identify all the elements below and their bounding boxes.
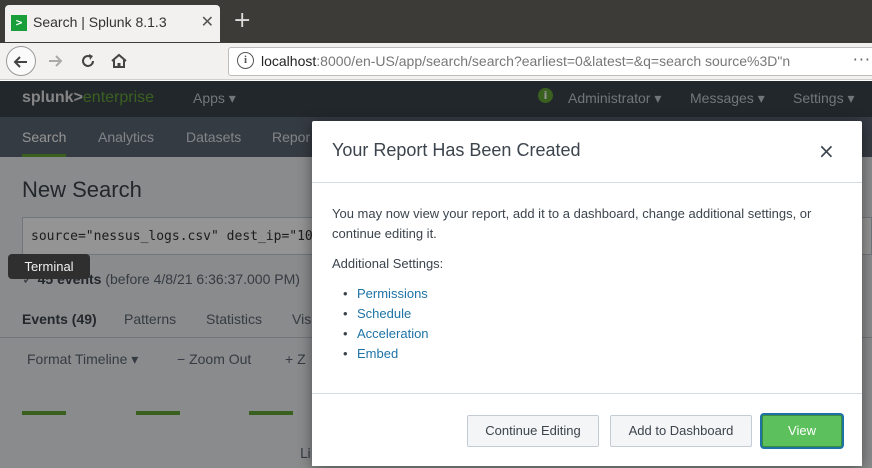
acceleration-link[interactable]: Acceleration [357, 326, 429, 341]
report-created-dialog: Your Report Has Been Created × You may n… [312, 121, 862, 466]
continue-editing-button[interactable]: Continue Editing [467, 415, 599, 447]
view-button[interactable]: View [762, 415, 842, 447]
close-tab-icon[interactable]: ✕ [201, 12, 214, 31]
list-item: Permissions [337, 284, 844, 304]
browser-tab-bar: > Search | Splunk 8.1.3 ✕ + [0, 0, 872, 43]
dialog-header: Your Report Has Been Created × [312, 121, 862, 183]
permissions-link[interactable]: Permissions [357, 286, 428, 301]
dialog-title: Your Report Has Been Created [332, 140, 581, 160]
schedule-link[interactable]: Schedule [357, 306, 411, 321]
browser-nav-bar: i localhost:8000/en-US/app/search/search… [0, 43, 872, 80]
back-arrow-icon [13, 56, 27, 68]
settings-links-list: Permissions Schedule Acceleration Embed [337, 284, 844, 364]
tab-title: Search | Splunk 8.1.3 [33, 14, 167, 30]
url-text: localhost:8000/en-US/app/search/search?e… [261, 53, 791, 69]
list-item: Embed [337, 344, 844, 364]
reload-button[interactable] [73, 46, 103, 76]
dialog-message: You may now view your report, add it to … [332, 206, 812, 241]
back-button[interactable] [6, 46, 36, 76]
additional-settings-label: Additional Settings: [332, 256, 444, 271]
home-button[interactable] [104, 46, 134, 76]
new-tab-button[interactable]: + [233, 8, 251, 34]
reload-icon [82, 54, 94, 67]
list-item: Acceleration [337, 324, 844, 344]
url-bar[interactable]: i localhost:8000/en-US/app/search/search… [228, 47, 872, 76]
home-icon [111, 53, 127, 68]
terminal-tooltip: Terminal [8, 254, 90, 279]
forward-arrow-icon [49, 55, 63, 67]
splunk-favicon-icon: > [11, 15, 27, 31]
list-item: Schedule [337, 304, 844, 324]
add-to-dashboard-button[interactable]: Add to Dashboard [610, 415, 752, 447]
page-actions-icon[interactable]: ··· [853, 50, 871, 69]
browser-tab[interactable]: > Search | Splunk 8.1.3 ✕ [5, 5, 220, 42]
dialog-footer: Continue Editing Add to Dashboard View [312, 393, 862, 466]
forward-button[interactable] [40, 46, 70, 76]
close-icon[interactable]: × [818, 141, 835, 161]
dialog-body: You may now view your report, add it to … [332, 204, 844, 364]
embed-link[interactable]: Embed [357, 346, 398, 361]
site-info-icon[interactable]: i [237, 52, 254, 69]
